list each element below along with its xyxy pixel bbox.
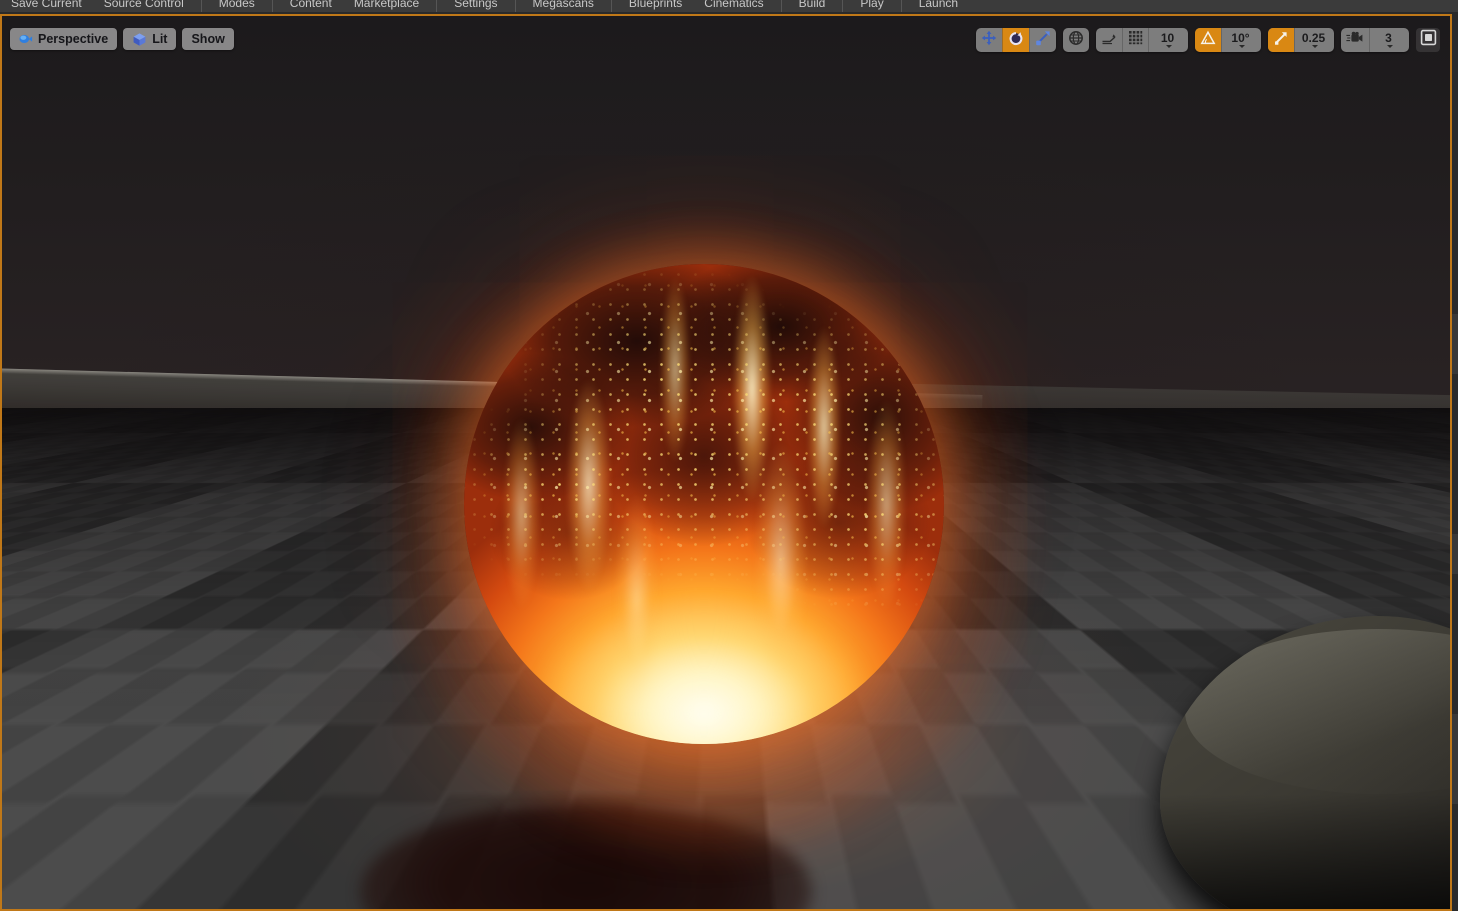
chevron-down-icon (1386, 45, 1393, 48)
grid-size-dropdown[interactable]: 10 (1148, 28, 1188, 52)
rotation-snap-value: 10° (1231, 31, 1250, 45)
coordinate-system-group (1063, 28, 1089, 52)
viewport-toolbar-right: 10 10° 0.25 3 (976, 28, 1440, 52)
viewport-toolbar-left: Perspective Lit Show (10, 28, 234, 50)
grid-size-value: 10 (1160, 31, 1175, 45)
show-button[interactable]: Show (182, 28, 234, 50)
camera-speed-group: 3 (1341, 28, 1409, 52)
angle-icon (1200, 30, 1216, 51)
maximize-viewport-icon (1420, 29, 1437, 51)
viewmode-button[interactable]: Lit (123, 28, 177, 50)
rotate-tool-button[interactable] (1002, 28, 1029, 52)
camera-icon (19, 32, 33, 46)
rotation-snap-group: 10° (1195, 28, 1261, 52)
main-menu-bar: Save Current Source Control Modes Conten… (0, 0, 1458, 14)
world-globe-icon (1068, 30, 1084, 51)
surface-snap-icon (1101, 30, 1117, 51)
camera-speed-value-dropdown[interactable]: 3 (1369, 28, 1409, 52)
rotation-snap-button[interactable] (1195, 28, 1221, 52)
scale-tool-button[interactable] (1029, 28, 1056, 52)
sphere-rim-shading (464, 264, 944, 744)
rotate-ring-icon (1008, 30, 1024, 51)
scale-snap-value-dropdown[interactable]: 0.25 (1294, 28, 1334, 52)
camera-speed-value: 3 (1385, 31, 1392, 45)
menu-bar-underline (0, 12, 1458, 14)
move-arrows-icon (981, 30, 997, 51)
scale-snap-value: 0.25 (1301, 31, 1326, 45)
rotation-snap-value-dropdown[interactable]: 10° (1221, 28, 1261, 52)
level-viewport[interactable]: Perspective Lit Show 10 10° 0.25 3 (0, 14, 1452, 911)
viewport-3d-scene[interactable] (2, 16, 1450, 909)
scale-diagonal-icon (1273, 30, 1289, 51)
maximize-viewport-button[interactable] (1416, 28, 1440, 52)
right-panel-strip (1452, 14, 1458, 911)
scale-snap-group: 0.25 (1268, 28, 1334, 52)
chevron-down-icon (1165, 45, 1172, 48)
grid-icon (1128, 30, 1143, 50)
grid-snap-button[interactable] (1122, 28, 1148, 52)
world-coordinate-button[interactable] (1063, 28, 1089, 52)
transform-tools-group (976, 28, 1056, 52)
show-label: Show (191, 32, 225, 46)
translate-tool-button[interactable] (976, 28, 1002, 52)
lit-cube-icon (132, 32, 147, 47)
lava-sphere[interactable] (464, 264, 944, 744)
scale-snap-button[interactable] (1268, 28, 1294, 52)
viewmode-label: Lit (152, 32, 168, 46)
perspective-button[interactable]: Perspective (10, 28, 118, 50)
chevron-down-icon (1238, 45, 1245, 48)
camera-speed-icon (1346, 31, 1364, 50)
chevron-down-icon (1311, 45, 1318, 48)
scale-arrow-icon (1035, 30, 1051, 51)
editor-window: Save Current Source Control Modes Conten… (0, 0, 1458, 911)
perspective-label: Perspective (38, 32, 109, 46)
surface-snap-button[interactable] (1096, 28, 1122, 52)
camera-speed-button[interactable] (1341, 28, 1369, 52)
snapping-group: 10 (1096, 28, 1188, 52)
